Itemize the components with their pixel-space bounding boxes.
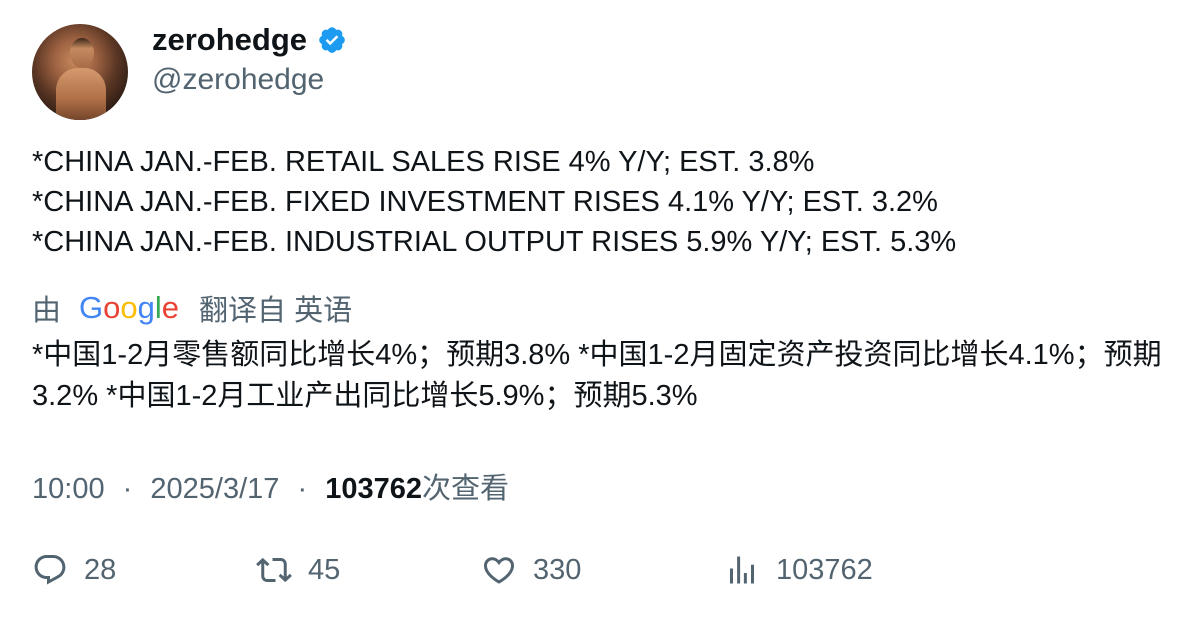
like-count: 330 (533, 553, 582, 586)
views-count: 103762 (325, 473, 422, 505)
verified-badge-icon (317, 25, 347, 55)
reply-count: 28 (84, 553, 117, 586)
tweet-body: *CHINA JAN.-FEB. RETAIL SALES RISE 4% Y/… (32, 142, 1172, 262)
translated-by-label: 由 (32, 295, 62, 327)
meta-separator: · (297, 473, 308, 505)
tweet-line: *CHINA JAN.-FEB. INDUSTRIAL OUTPUT RISES… (32, 226, 957, 258)
google-logo-letter: g (137, 290, 155, 325)
google-logo-letter: o (103, 290, 121, 325)
repost-icon (256, 557, 292, 583)
heart-icon (483, 557, 515, 584)
google-logo-letter: G (79, 290, 104, 325)
reply-button[interactable]: 28 (32, 552, 116, 588)
avatar-head (70, 38, 94, 68)
reply-icon (34, 555, 66, 585)
repost-button[interactable]: 45 (256, 552, 340, 588)
translation-attribution[interactable]: 由 Google 翻译自 英语 (32, 287, 352, 329)
avatar-torso (56, 68, 106, 120)
google-logo: Google (79, 290, 179, 326)
like-button[interactable]: 330 (481, 552, 581, 588)
tweet-meta: 10:00 · 2025/3/17 · 103762次查看 (32, 465, 509, 507)
tweet-line: *CHINA JAN.-FEB. FIXED INVESTMENT RISES … (32, 186, 938, 218)
avatar[interactable] (32, 24, 128, 120)
repost-count: 45 (308, 553, 341, 586)
author-name-row: zerohedge (152, 22, 347, 58)
tweet-line: *CHINA JAN.-FEB. RETAIL SALES RISE 4% Y/… (32, 146, 815, 178)
action-bar: 28 45 330 103762 (32, 552, 1172, 592)
tweet-time[interactable]: 10:00 (32, 473, 105, 505)
analytics-icon (730, 556, 754, 584)
tweet-date[interactable]: 2025/3/17 (150, 473, 279, 505)
views-button[interactable]: 103762 (724, 552, 873, 588)
google-logo-letter: o (120, 290, 138, 325)
google-logo-letter: e (161, 290, 180, 325)
views-label: 次查看 (421, 473, 509, 505)
author-handle[interactable]: @zerohedge (152, 63, 324, 97)
translated-from-label: 翻译自 英语 (199, 295, 353, 327)
views-count-action: 103762 (776, 553, 873, 586)
translated-text: *中国1-2月零售额同比增长4%；预期3.8% *中国1-2月固定资产投资同比增… (32, 339, 1162, 412)
google-logo-text: Google (79, 290, 179, 326)
meta-separator: · (122, 473, 133, 505)
google-logo-letter: l (154, 290, 162, 325)
author-name[interactable]: zerohedge (152, 22, 307, 58)
